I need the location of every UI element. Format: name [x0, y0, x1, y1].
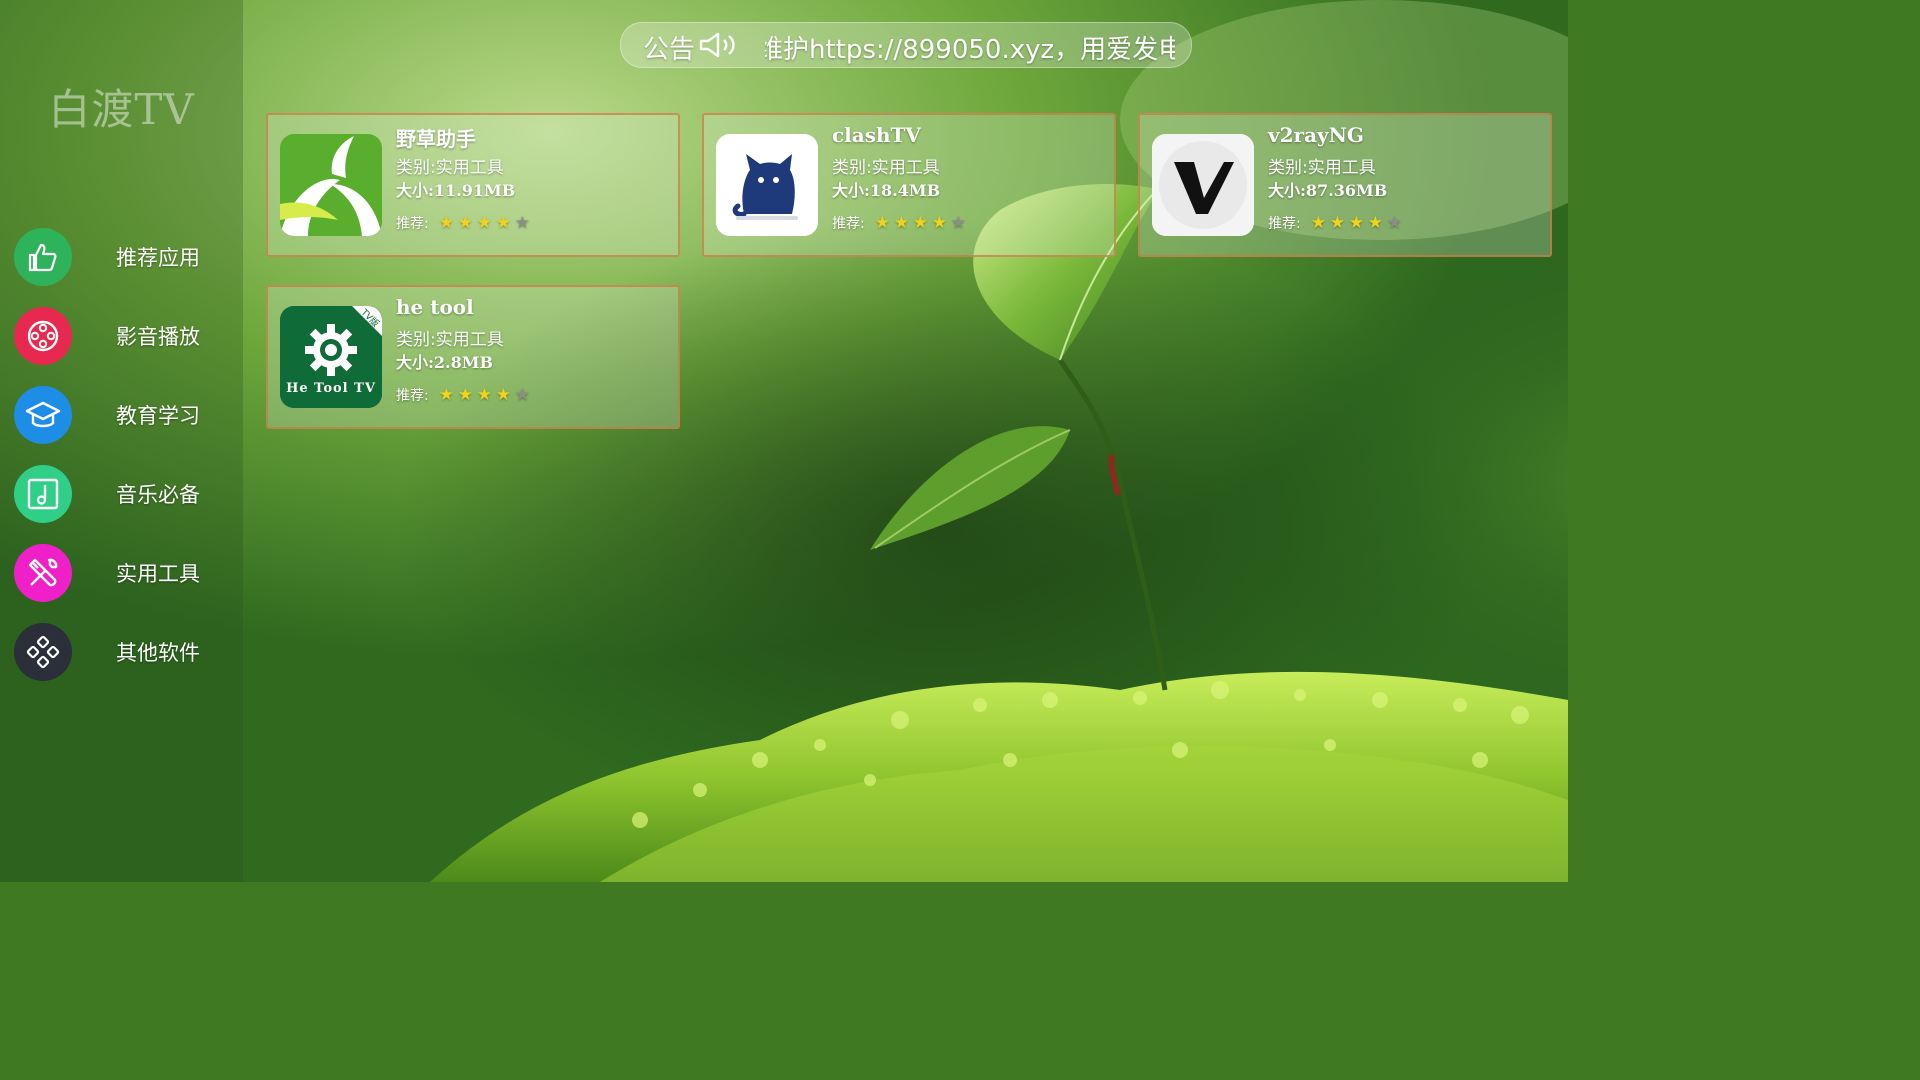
app-category: 类别:实用工具: [1268, 158, 1376, 178]
rating-label: 推荐:: [396, 388, 429, 404]
app-card[interactable]: 野草助手 类别:实用工具 大小:11.91MB 推荐: ★ ★ ★ ★ ★: [266, 113, 680, 257]
rating-label: 推荐:: [396, 216, 429, 232]
sidebar-item-recommended[interactable]: 推荐应用: [14, 228, 234, 286]
star-filled-icon: ★: [457, 385, 473, 405]
app-size: 大小:87.36MB: [1268, 181, 1388, 200]
rating-stars: ★ ★ ★ ★ ★: [439, 386, 534, 404]
sidebar-item-label: 实用工具: [116, 562, 200, 586]
app-card[interactable]: clashTV 类别:实用工具 大小:18.4MB 推荐: ★ ★ ★ ★ ★: [702, 113, 1116, 257]
announcement-bar: 公告 维护https://899050.xyz，用爱发电: [620, 22, 1192, 68]
star-filled-icon: ★: [495, 213, 511, 233]
star-filled-icon: ★: [1329, 213, 1345, 233]
app-rating: 推荐: ★ ★ ★ ★ ★: [1268, 213, 1406, 233]
sidebar-item-label: 推荐应用: [116, 246, 200, 270]
app-card[interactable]: v2rayNG 类别:实用工具 大小:87.36MB 推荐: ★ ★ ★ ★ ★: [1138, 113, 1552, 257]
rating-stars: ★ ★ ★ ★ ★: [875, 214, 970, 232]
star-filled-icon: ★: [893, 213, 909, 233]
app-name: 野草助手: [396, 127, 476, 151]
star-filled-icon: ★: [1348, 213, 1364, 233]
v2ray-icon: [1152, 134, 1254, 236]
star-filled-icon: ★: [912, 213, 928, 233]
app-category: 类别:实用工具: [396, 158, 504, 178]
sidebar-item-label: 教育学习: [116, 404, 200, 428]
star-filled-icon: ★: [495, 385, 511, 405]
sidebar-item-music[interactable]: 音乐必备: [14, 465, 234, 523]
app-category: 类别:实用工具: [396, 330, 504, 350]
star-filled-icon: ★: [476, 213, 492, 233]
rating-label: 推荐:: [1268, 216, 1301, 232]
app-size: 大小:2.8MB: [396, 353, 493, 372]
star-filled-icon: ★: [438, 385, 454, 405]
rating-label: 推荐:: [832, 216, 865, 232]
sidebar-item-other[interactable]: 其他软件: [14, 623, 234, 681]
star-empty-icon: ★: [514, 213, 530, 233]
thumbs-up-icon: [14, 228, 72, 286]
gear-icon: TV版 He Tool TV: [280, 306, 382, 408]
star-filled-icon: ★: [1310, 213, 1326, 233]
film-reel-icon: [14, 307, 72, 365]
rating-stars: ★ ★ ★ ★ ★: [439, 214, 534, 232]
star-filled-icon: ★: [438, 213, 454, 233]
announcement-title: 公告: [643, 35, 696, 65]
app-logo: 白渡TV: [48, 85, 195, 134]
app-category: 类别:实用工具: [832, 158, 940, 178]
icon-caption: He Tool TV: [286, 381, 376, 396]
star-empty-icon: ★: [1386, 213, 1402, 233]
announcement-marquee: 维护https://899050.xyz，用爱发电: [765, 23, 1175, 67]
sidebar-item-label: 音乐必备: [116, 483, 200, 507]
gamepad-icon: [14, 623, 72, 681]
app-size: 大小:18.4MB: [832, 181, 941, 200]
sidebar-item-tools[interactable]: 实用工具: [14, 544, 234, 602]
star-filled-icon: ★: [874, 213, 890, 233]
sidebar: 白渡TV 推荐应用 影音播放 教育学习 音乐必备 实用工具 其他软件: [0, 0, 243, 882]
star-empty-icon: ★: [514, 385, 530, 405]
star-filled-icon: ★: [476, 385, 492, 405]
app-rating: 推荐: ★ ★ ★ ★ ★: [396, 385, 534, 405]
app-rating: 推荐: ★ ★ ★ ★ ★: [832, 213, 970, 233]
app-rating: 推荐: ★ ★ ★ ★ ★: [396, 213, 534, 233]
star-filled-icon: ★: [457, 213, 473, 233]
app-name: clashTV: [832, 123, 921, 147]
speaker-icon: [699, 32, 735, 58]
app-card[interactable]: TV版 He Tool TV he tool 类别:实用工具 大小:2.8MB …: [266, 285, 680, 429]
graduation-cap-icon: [14, 386, 72, 444]
app-name: v2rayNG: [1268, 123, 1365, 147]
app-name: he tool: [396, 295, 474, 319]
announcement-text: 维护https://899050.xyz，用爱发电: [765, 35, 1175, 65]
star-filled-icon: ★: [1367, 213, 1383, 233]
app-size: 大小:11.91MB: [396, 181, 516, 200]
star-empty-icon: ★: [950, 213, 966, 233]
sidebar-item-media[interactable]: 影音播放: [14, 307, 234, 365]
music-note-icon: [14, 465, 72, 523]
sidebar-item-education[interactable]: 教育学习: [14, 386, 234, 444]
sidebar-item-label: 其他软件: [116, 641, 200, 665]
tools-icon: [14, 544, 72, 602]
star-filled-icon: ★: [931, 213, 947, 233]
weed-assistant-icon: [280, 134, 382, 236]
sidebar-item-label: 影音播放: [116, 325, 200, 349]
rating-stars: ★ ★ ★ ★ ★: [1311, 214, 1406, 232]
cat-icon: [716, 134, 818, 236]
